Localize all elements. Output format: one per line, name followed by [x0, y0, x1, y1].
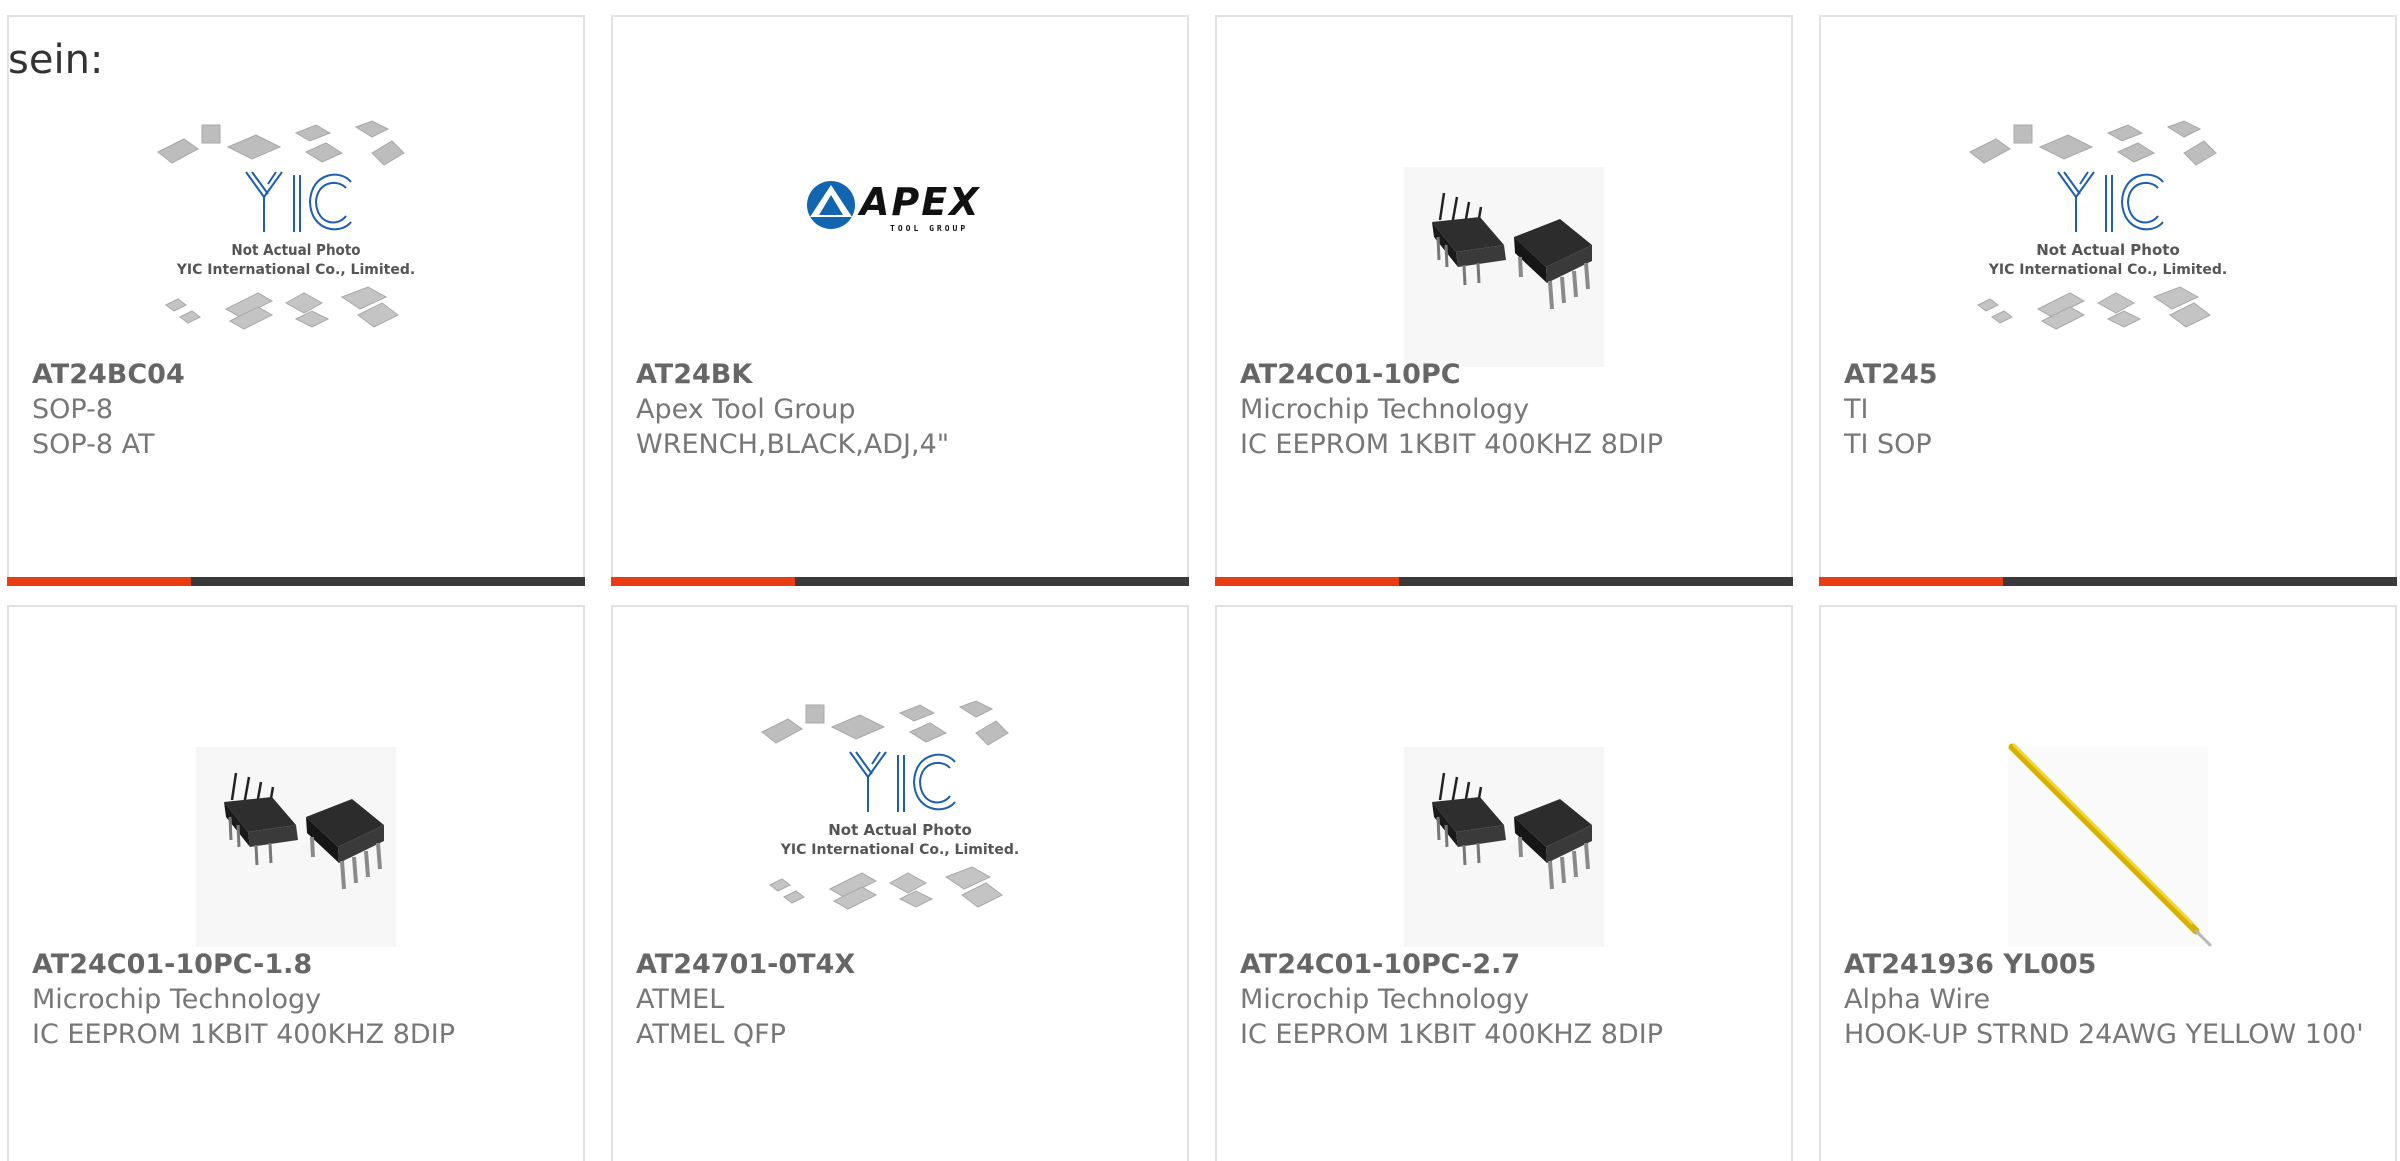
manufacturer: Alpha Wire — [1844, 984, 1991, 1015]
description: IC EEPROM 1KBIT 400KHZ 8DIP — [32, 1019, 455, 1050]
product-card[interactable]: AT24C01-10PC-1.8 Microchip Technology IC… — [7, 605, 585, 1161]
card-accent-segment — [1819, 577, 2003, 586]
card-accent-bar — [1819, 577, 2397, 586]
card-accent-bar — [611, 577, 1189, 586]
part-number: AT24C01-10PC-1.8 — [32, 949, 313, 980]
card-accent-bar — [1215, 577, 1793, 586]
description: SOP-8 AT — [32, 429, 155, 460]
part-number: AT24701-0T4X — [636, 949, 856, 980]
description: IC EEPROM 1KBIT 400KHZ 8DIP — [1240, 429, 1663, 460]
manufacturer: Apex Tool Group — [636, 394, 856, 425]
placeholder-caption-line2: YIC International Co., Limited. — [780, 842, 1019, 858]
part-number: AT24C01-10PC — [1240, 359, 1461, 390]
apex-wordmark: APEX — [857, 180, 981, 224]
manufacturer: Microchip Technology — [32, 984, 322, 1015]
product-card[interactable]: Not Actual Photo YIC International Co., … — [1819, 15, 2397, 586]
product-card[interactable]: AT24C01-10PC-2.7 Microchip Technology IC… — [1215, 605, 1793, 1161]
placeholder-caption-line1: Not Actual Photo — [2036, 241, 2180, 259]
placeholder-caption-line1: Not Actual Photo — [828, 821, 972, 839]
lead-text: sein: — [8, 37, 104, 83]
manufacturer: Microchip Technology — [1240, 394, 1530, 425]
part-number: AT24BC04 — [32, 359, 185, 390]
product-grid-page: sein: Not Actual Photo YIC International… — [0, 0, 2400, 1161]
card-accent-segment — [7, 577, 191, 586]
description: IC EEPROM 1KBIT 400KHZ 8DIP — [1240, 1019, 1663, 1050]
part-number: AT24BK — [636, 359, 753, 390]
placeholder-caption-line1: Not Actual Photo — [231, 241, 360, 259]
placeholder-caption-line2: YIC International Co., Limited. — [176, 262, 415, 278]
dip-chip-image — [196, 747, 396, 947]
product-card[interactable]: AT24C01-10PC Microchip Technology IC EEP… — [1215, 15, 1793, 586]
dip-chip-image — [1404, 747, 1604, 947]
yic-placeholder-image: Not Actual Photo YIC International Co., … — [761, 700, 1019, 910]
description: WRENCH,BLACK,ADJ,4" — [636, 429, 950, 460]
description: HOOK-UP STRND 24AWG YELLOW 100' — [1844, 1019, 2364, 1050]
apex-logo: APEX TOOL GROUP — [807, 180, 981, 233]
product-card[interactable]: AT241936 YL005 Alpha Wire HOOK-UP STRND … — [1819, 605, 2397, 1161]
description: ATMEL QFP — [636, 1019, 786, 1050]
dip-chip-image — [1404, 167, 1604, 367]
product-card[interactable]: Not Actual Photo YIC International Co., … — [7, 15, 585, 586]
description: TI SOP — [1844, 429, 1932, 460]
manufacturer: ATMEL — [636, 984, 725, 1015]
card-accent-bar — [7, 577, 585, 586]
card-accent-segment — [611, 577, 795, 586]
yellow-wire-image — [2008, 743, 2212, 947]
part-number: AT245 — [1844, 359, 1938, 390]
placeholder-caption-line2: YIC International Co., Limited. — [1988, 262, 2227, 278]
part-number: AT24C01-10PC-2.7 — [1240, 949, 1521, 980]
manufacturer: SOP-8 — [32, 394, 113, 425]
part-number: AT241936 YL005 — [1844, 949, 2097, 980]
manufacturer: TI — [1844, 394, 1869, 425]
product-card[interactable]: Not Actual Photo YIC International Co., … — [611, 605, 1189, 1161]
apex-tagline: TOOL GROUP — [890, 224, 968, 233]
yic-placeholder-image: Not Actual Photo YIC International Co., … — [1969, 120, 2227, 330]
product-card[interactable]: APEX TOOL GROUP AT24BK Apex Tool Group W… — [611, 15, 1189, 586]
yic-placeholder-image: Not Actual Photo YIC International Co., … — [157, 120, 415, 330]
manufacturer: Microchip Technology — [1240, 984, 1530, 1015]
card-accent-segment — [1215, 577, 1399, 586]
